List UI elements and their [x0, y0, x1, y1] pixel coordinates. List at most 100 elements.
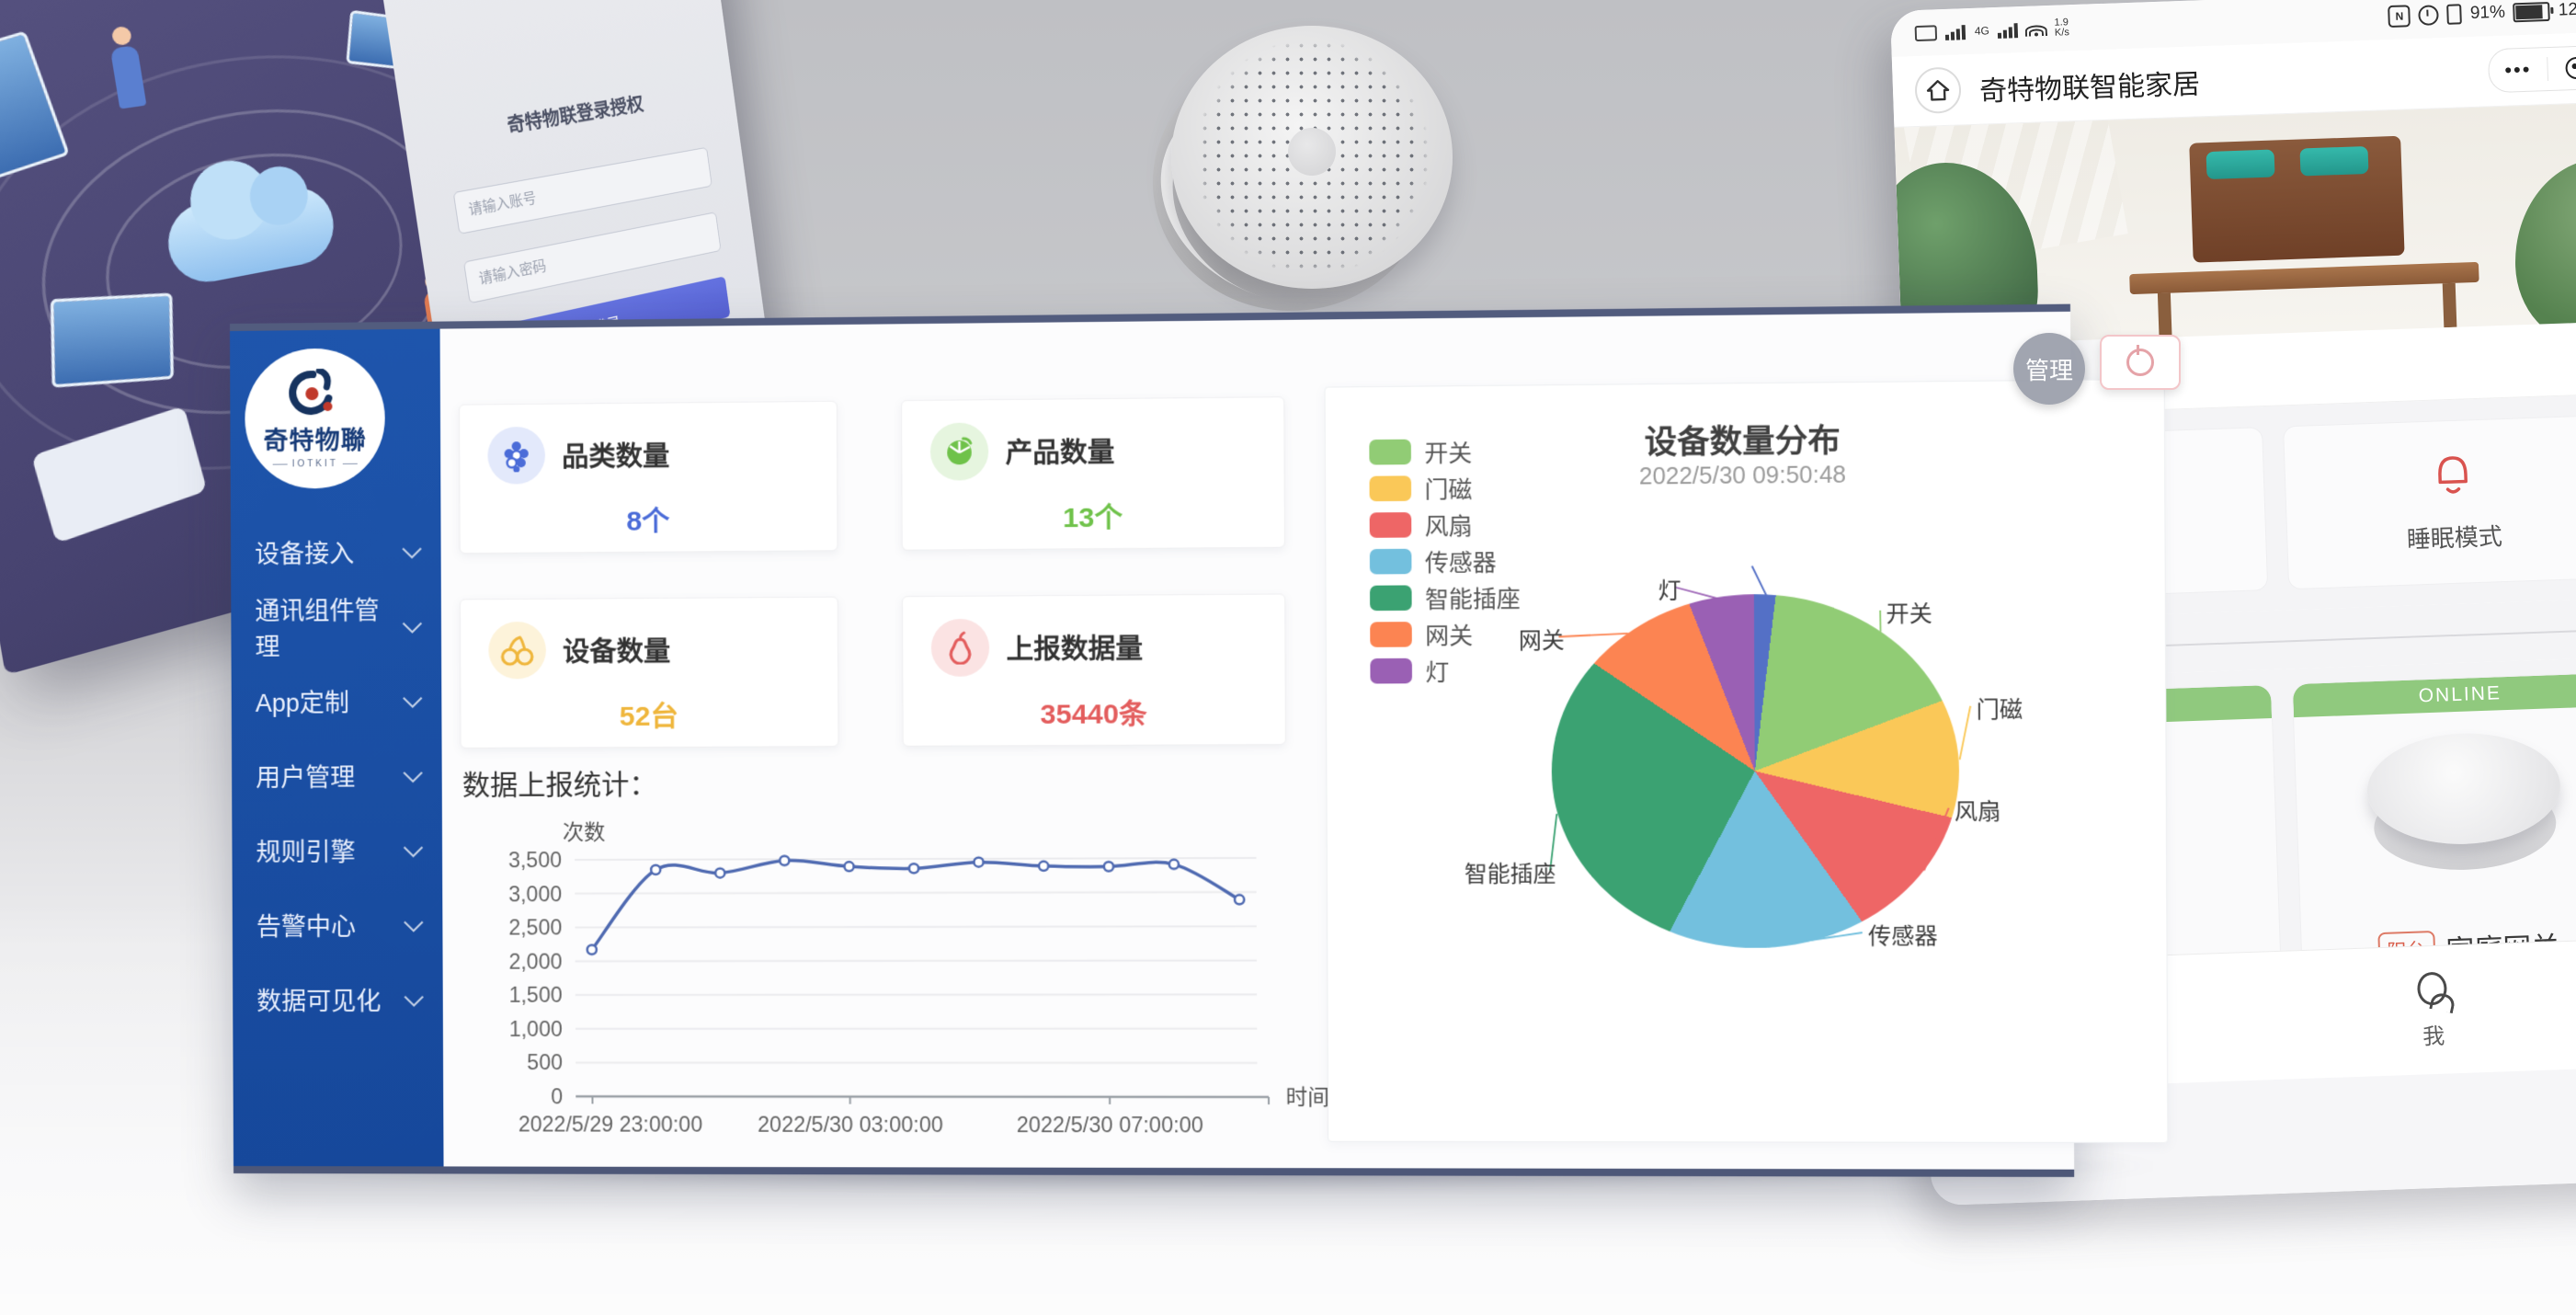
legend-label: 传感器 — [1425, 543, 1497, 577]
stat-card-value: 35440条 — [903, 690, 1284, 733]
clock-time: 12:08 — [2558, 0, 2576, 21]
teal-cushion — [2206, 150, 2275, 180]
legend-label: 灯 — [1425, 654, 1449, 688]
stat-card-label: 产品数量 — [1006, 430, 1115, 471]
legend-item-灯[interactable]: 灯 — [1370, 652, 1521, 690]
pie-label-灯: 灯 — [1658, 572, 1681, 605]
vibrate-icon — [2447, 4, 2463, 25]
stat-card-label: 上报数据量 — [1006, 627, 1143, 667]
pie-label-门磁: 门磁 — [1977, 691, 2023, 724]
legend-item-开关[interactable]: 开关 — [1369, 433, 1520, 471]
pie-label-风扇: 风扇 — [1955, 793, 2001, 826]
screen-illustration — [51, 292, 174, 387]
legend-swatch — [1370, 512, 1412, 538]
network-speed: 1.9 K/s — [2054, 17, 2069, 39]
logo-name: 奇特物聯 — [263, 419, 366, 456]
pie-legend: 开关门磁风扇传感器智能插座网关灯 — [1369, 433, 1521, 690]
legend-item-智能插座[interactable]: 智能插座 — [1370, 579, 1521, 617]
stat-card-2: 产品数量13个 — [901, 396, 1285, 551]
svg-text:2,500: 2,500 — [508, 915, 562, 939]
svg-text:2,000: 2,000 — [508, 949, 562, 973]
chevron-down-icon — [403, 614, 422, 634]
stat-card-head: 品类数量 — [460, 402, 837, 485]
brand-logo: 奇特物聯 IOTKIT — [245, 348, 385, 489]
legend-item-传感器[interactable]: 传感器 — [1370, 543, 1521, 580]
battery-percent: 91% — [2470, 3, 2506, 24]
mode-card-2[interactable]: 睡眠模式 — [2283, 415, 2576, 590]
signal-bars2-icon — [1998, 22, 2019, 39]
nfc-icon: N — [2388, 5, 2411, 28]
bench-leg — [2158, 293, 2172, 337]
wood-bench — [2129, 262, 2479, 294]
stat-card-label: 品类数量 — [562, 435, 669, 475]
logo-glyph-icon — [288, 368, 341, 418]
svg-text:时间: 时间 — [1286, 1085, 1329, 1109]
power-icon — [2126, 349, 2154, 376]
sidebar-item-2[interactable]: 通讯组件管理 — [231, 588, 441, 664]
svg-text:3,500: 3,500 — [508, 848, 562, 872]
stat-card-head: 上报数据量 — [903, 594, 1285, 677]
legend-swatch — [1370, 622, 1412, 647]
cherry-icon — [488, 622, 546, 680]
tab-我[interactable]: 我 — [2262, 941, 2576, 1081]
signal-bars-icon — [1945, 24, 1966, 40]
pie-label-智能插座: 智能插座 — [1465, 855, 1556, 888]
sidebar-item-7[interactable]: 数据可见化 — [233, 962, 443, 1036]
admin-dashboard-window: 奇特物聯 IOTKIT 设备接入通讯组件管理App定制用户管理规则引擎告警中心数… — [230, 304, 2074, 1177]
grapes-icon — [487, 427, 545, 485]
legend-swatch — [1370, 549, 1412, 575]
mode-label: 睡眠模式 — [2406, 518, 2502, 555]
legend-item-门磁[interactable]: 门磁 — [1369, 469, 1520, 507]
sidebar-item-3[interactable]: App定制 — [232, 663, 442, 738]
svg-text:1,000: 1,000 — [509, 1017, 563, 1041]
plant-right — [2512, 156, 2576, 346]
more-menu-button[interactable]: ••• — [2489, 60, 2547, 80]
login-title: 奇特物联登录授权 — [442, 80, 701, 148]
svg-text:1,500: 1,500 — [509, 983, 563, 1007]
sim1-icon — [1915, 25, 1938, 41]
legend-label: 门磁 — [1424, 471, 1472, 505]
sidebar-item-1[interactable]: 设备接入 — [231, 513, 441, 589]
wood-cabinet — [2189, 136, 2404, 263]
legend-item-网关[interactable]: 网关 — [1370, 615, 1521, 653]
pie-chart — [1551, 593, 1960, 948]
device-distribution-panel: 设备数量分布 2022/5/30 09:50:48 开关门磁风扇传感器智能插座网… — [1325, 379, 2169, 1143]
sidebar-item-6[interactable]: 告警中心 — [233, 886, 443, 962]
online-status-badge: ONLINE — [2293, 672, 2576, 717]
stat-card-1: 品类数量8个 — [459, 401, 838, 554]
home-icon[interactable] — [1914, 66, 1962, 114]
stat-card-value: 52台 — [461, 692, 838, 735]
legend-swatch — [1370, 475, 1412, 501]
chevron-down-icon — [403, 689, 422, 708]
legend-item-风扇[interactable]: 风扇 — [1370, 506, 1521, 543]
chevron-down-icon — [405, 988, 424, 1007]
pie-label-开关: 开关 — [1886, 595, 1932, 628]
person-icon — [2413, 971, 2451, 1009]
sidebar-item-4[interactable]: 用户管理 — [232, 738, 442, 813]
svg-text:次数: 次数 — [563, 820, 606, 844]
power-button[interactable] — [2100, 335, 2181, 390]
legend-label: 网关 — [1425, 617, 1473, 651]
pie-label-传感器: 传感器 — [1868, 918, 1938, 951]
svg-text:2022/5/30 03:00:00: 2022/5/30 03:00:00 — [758, 1113, 943, 1137]
home-gateway-image — [2365, 730, 2562, 875]
alarm-icon — [2419, 5, 2440, 26]
pear-icon — [931, 619, 990, 677]
sidebar-item-5[interactable]: 规则引擎 — [232, 812, 442, 887]
svg-text:500: 500 — [527, 1050, 563, 1074]
legend-label: 风扇 — [1425, 508, 1473, 542]
stat-card-3: 设备数量 52台 — [460, 597, 838, 749]
smart-gateway-device — [1151, 26, 1454, 311]
chevron-down-icon — [404, 838, 423, 857]
tab-label: 我 — [2422, 1017, 2445, 1050]
legend-swatch — [1370, 658, 1412, 684]
close-capsule-button[interactable] — [2548, 56, 2576, 80]
pie-label-网关: 网关 — [1519, 622, 1565, 655]
speed-unit: K/s — [2055, 28, 2069, 39]
legend-label: 开关 — [1424, 435, 1472, 469]
stat-card-head: 设备数量 — [461, 598, 838, 680]
lime-icon — [930, 422, 989, 480]
stat-card-4: 上报数据量 35440条 — [902, 593, 1286, 746]
manage-badge-button[interactable]: 管理 — [2013, 333, 2085, 405]
legend-swatch — [1369, 440, 1411, 465]
